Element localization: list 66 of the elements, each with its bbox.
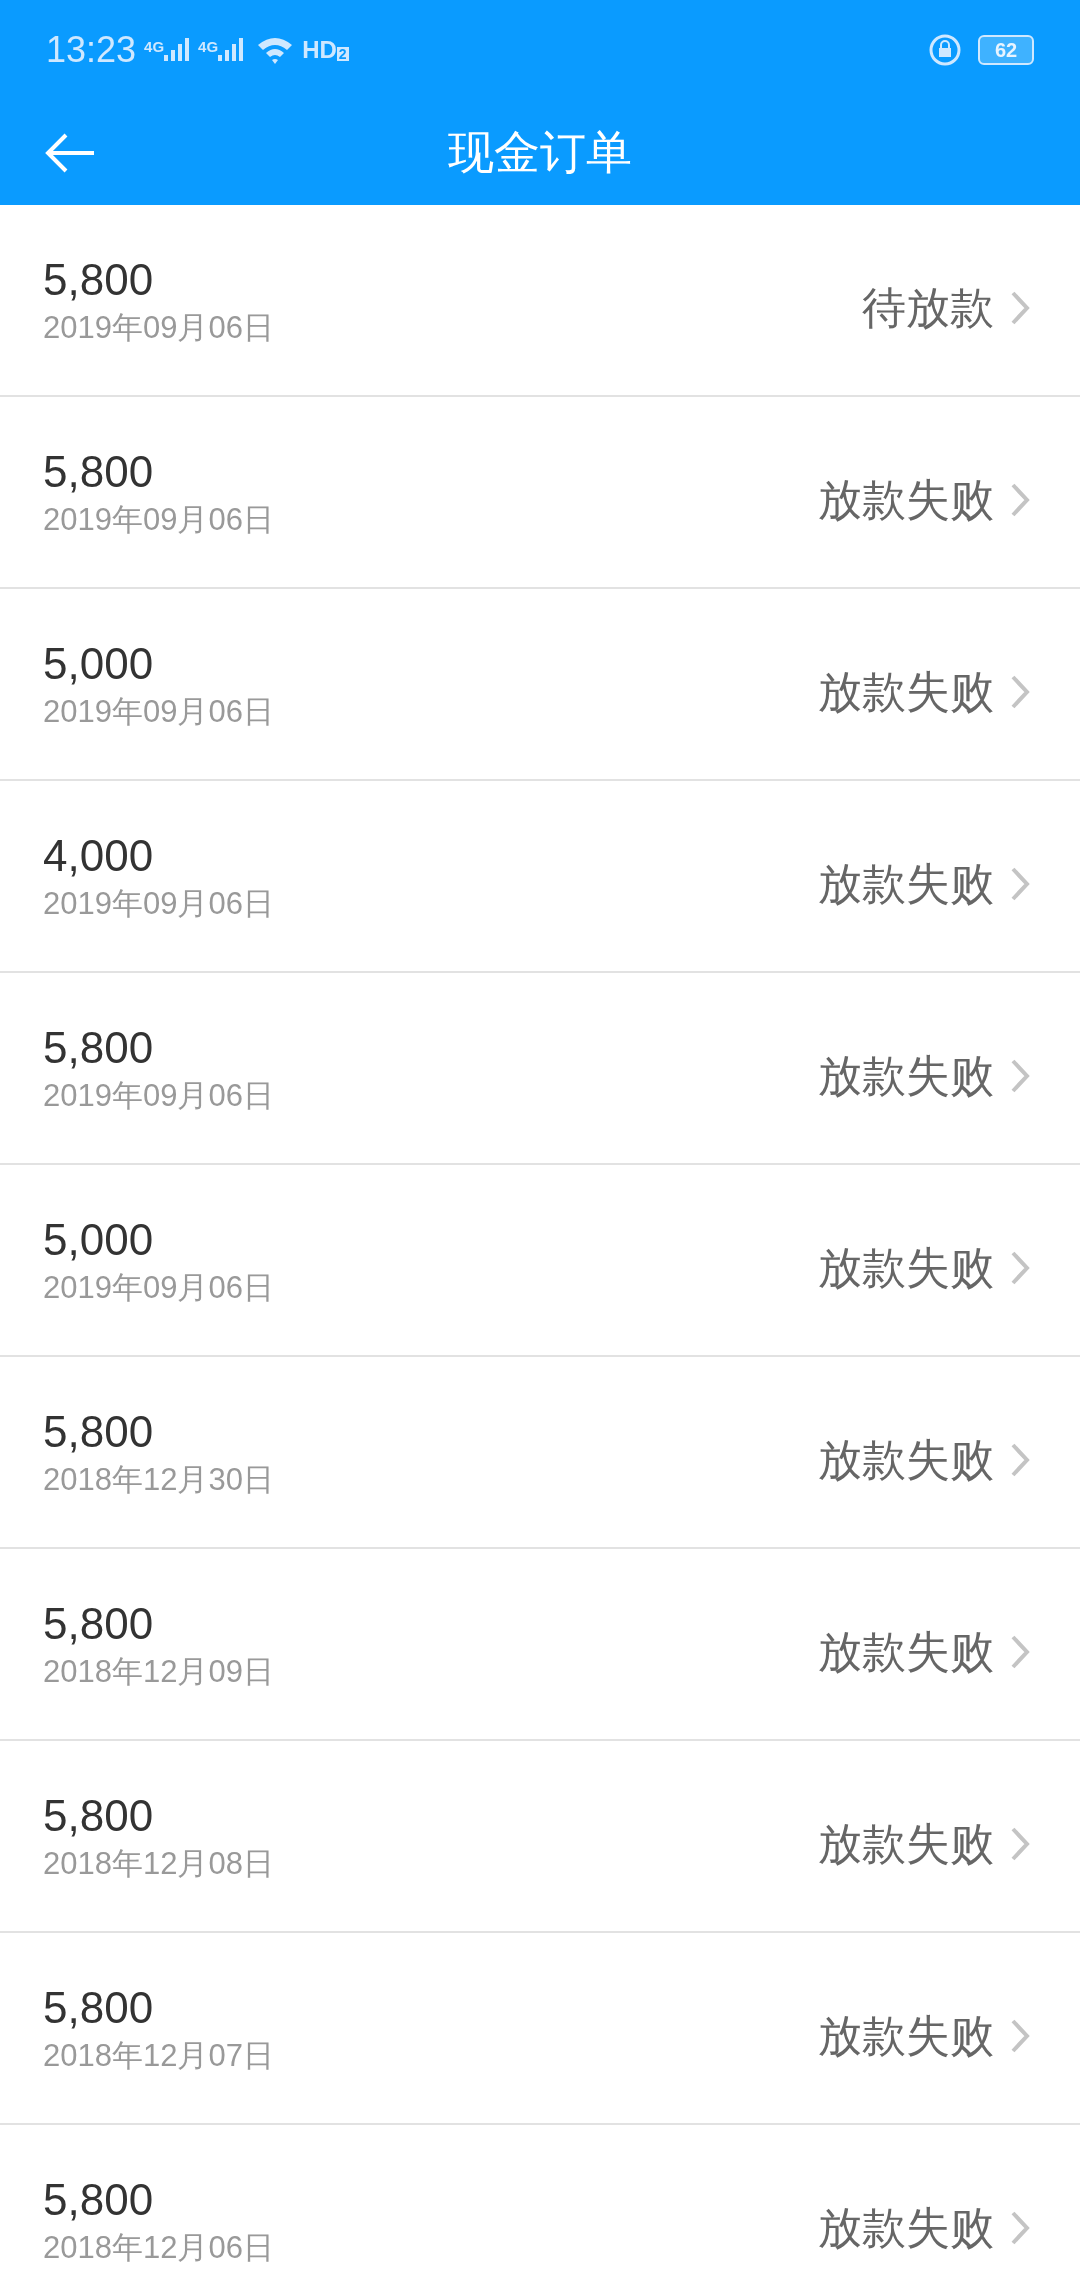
order-status: 待放款 [862,282,994,334]
signal-icon [164,37,191,63]
order-date: 2019年09月06日 [43,1077,275,1115]
order-status: 放款失败 [818,2202,994,2254]
order-amount: 5,000 [43,1214,155,1266]
order-row[interactable]: 5,800 2019年09月06日 放款失败 [0,973,1080,1165]
chevron-icon [1010,866,1030,902]
order-row[interactable]: 5,800 2018年12月09日 放款失败 [0,1549,1080,1741]
order-status: 放款失败 [818,666,994,718]
order-date: 2018年12月06日 [43,2229,275,2267]
order-amount: 5,800 [43,2174,155,2226]
chevron-icon [1010,1634,1030,1670]
order-date: 2019年09月06日 [43,885,275,923]
order-row[interactable]: 5,800 2018年12月07日 放款失败 [0,1933,1080,2125]
order-amount: 5,800 [43,1022,155,1074]
hd-label: HD [302,35,337,65]
network-label: 4G [144,37,165,57]
chevron-icon [1010,1058,1030,1094]
order-status: 放款失败 [818,858,994,910]
order-status: 放款失败 [818,1242,994,1294]
chevron-icon [1010,1250,1030,1286]
order-status: 放款失败 [818,1050,994,1102]
chevron-icon [1010,1826,1030,1862]
order-status: 放款失败 [818,474,994,526]
order-row[interactable]: 5,000 2019年09月06日 放款失败 [0,1165,1080,1357]
chevron-icon [1010,290,1030,326]
order-row[interactable]: 5,000 2019年09月06日 放款失败 [0,589,1080,781]
order-amount: 5,000 [43,638,155,690]
order-row[interactable]: 5,800 2019年09月06日 待放款 [0,205,1080,397]
order-amount: 5,800 [43,1790,155,1842]
order-row[interactable]: 5,800 2018年12月06日 放款失败 [0,2125,1080,2280]
order-date: 2018年12月08日 [43,1845,275,1883]
order-date: 2019年09月06日 [43,501,275,539]
order-date: 2018年12月07日 [43,2037,275,2075]
hd-index: 2 [336,47,349,61]
order-amount: 5,800 [43,446,155,498]
order-amount: 5,800 [43,1598,155,1650]
chevron-icon [1010,674,1030,710]
signal-icon [218,37,245,63]
order-date: 2019年09月06日 [43,309,275,347]
order-row[interactable]: 5,800 2018年12月30日 放款失败 [0,1357,1080,1549]
page-title: 现金订单 [448,125,632,180]
order-amount: 4,000 [43,830,155,882]
order-date: 2019年09月06日 [43,693,275,731]
order-status: 放款失败 [818,1626,994,1678]
order-date: 2018年12月09日 [43,1653,275,1691]
order-date: 2018年12月30日 [43,1461,275,1499]
order-row[interactable]: 5,800 2019年09月06日 放款失败 [0,397,1080,589]
battery-indicator: 62 [978,35,1034,65]
order-status: 放款失败 [818,1818,994,1870]
chevron-icon [1010,2210,1030,2246]
wifi-icon [256,35,295,65]
chevron-icon [1010,1442,1030,1478]
order-status: 放款失败 [818,2010,994,2062]
order-row[interactable]: 5,800 2018年12月08日 放款失败 [0,1741,1080,1933]
clock: 13:23 [46,28,137,72]
order-amount: 5,800 [43,1406,155,1458]
order-amount: 5,800 [43,1982,155,2034]
lock-icon [928,33,962,67]
order-row[interactable]: 4,000 2019年09月06日 放款失败 [0,781,1080,973]
order-date: 2019年09月06日 [43,1269,275,1307]
chevron-icon [1010,482,1030,518]
network-label: 4G [198,37,219,57]
order-amount: 5,800 [43,254,155,306]
order-status: 放款失败 [818,1434,994,1486]
chevron-icon [1010,2018,1030,2054]
